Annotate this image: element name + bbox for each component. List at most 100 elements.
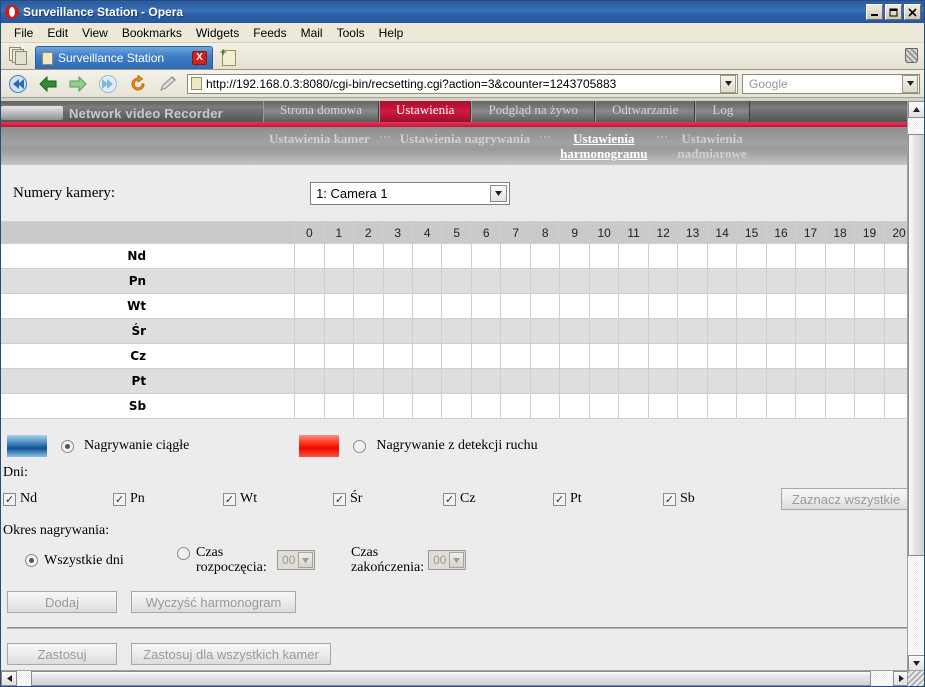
grid-cell[interactable] (382, 293, 414, 319)
minimize-button[interactable] (866, 4, 883, 20)
grid-cell[interactable] (470, 393, 502, 419)
grid-cell[interactable] (353, 318, 384, 344)
grid-cell[interactable] (294, 368, 325, 394)
horizontal-scroll-thumb[interactable] (31, 671, 871, 686)
grid-cell[interactable] (647, 368, 679, 394)
grid-cell[interactable] (824, 368, 856, 394)
nav-tab-log[interactable]: Log (695, 101, 751, 122)
checkbox-icon[interactable]: ✓ (333, 492, 346, 506)
grid-cell[interactable] (618, 318, 649, 344)
back-icon[interactable] (35, 72, 61, 96)
legend-radio-continuous[interactable] (61, 439, 74, 453)
grid-cell[interactable] (353, 368, 384, 394)
grid-cell[interactable] (618, 243, 649, 269)
grid-cell[interactable] (795, 268, 826, 294)
checkbox-icon[interactable]: ✓ (663, 492, 676, 506)
menu-item-widgets[interactable]: Widgets (189, 24, 246, 42)
edit-icon[interactable] (155, 72, 181, 96)
grid-cell[interactable] (441, 393, 472, 419)
grid-cell[interactable] (470, 293, 502, 319)
apply-button[interactable]: Zastosuj (7, 643, 117, 665)
grid-cell[interactable] (588, 243, 620, 269)
grid-cell[interactable] (411, 243, 443, 269)
grid-cell[interactable] (706, 368, 738, 394)
grid-cell[interactable] (677, 343, 708, 369)
grid-cell[interactable] (294, 293, 325, 319)
grid-cell[interactable] (647, 268, 679, 294)
grid-cell[interactable] (382, 268, 414, 294)
fast-forward-icon[interactable] (95, 72, 121, 96)
grid-cell[interactable] (411, 393, 443, 419)
grid-cell[interactable] (677, 393, 708, 419)
grid-cell[interactable] (323, 243, 355, 269)
grid-cell[interactable] (765, 343, 797, 369)
grid-cell[interactable] (559, 393, 590, 419)
grid-cell[interactable] (706, 393, 738, 419)
grid-cell[interactable] (706, 268, 738, 294)
period-option-time-range[interactable]: Czas rozpoczęcia: (177, 545, 277, 575)
radio-time-range[interactable] (177, 547, 190, 560)
grid-cell[interactable] (677, 243, 708, 269)
reload-icon[interactable] (125, 72, 151, 96)
rewind-icon[interactable] (5, 72, 31, 96)
grid-cell[interactable] (854, 343, 885, 369)
grid-cell[interactable] (353, 268, 384, 294)
grid-cell[interactable] (647, 393, 679, 419)
grid-cell[interactable] (618, 293, 649, 319)
grid-cell[interactable] (529, 343, 561, 369)
grid-cell[interactable] (647, 318, 679, 344)
grid-cell[interactable] (854, 368, 885, 394)
grid-cell[interactable] (677, 268, 708, 294)
grid-cell[interactable] (411, 293, 443, 319)
grid-cell[interactable] (588, 293, 620, 319)
grid-cell[interactable] (500, 318, 531, 344)
vertical-scroll-thumb[interactable] (908, 134, 924, 556)
grid-cell[interactable] (441, 268, 472, 294)
scroll-left-button[interactable] (1, 671, 17, 686)
checkbox-icon[interactable]: ✓ (113, 492, 126, 506)
day-checkbox-0[interactable]: ✓ Nd (3, 491, 113, 507)
grid-cell[interactable] (588, 343, 620, 369)
tab-close-icon[interactable]: X (192, 51, 207, 65)
legend-radio-motion[interactable] (353, 439, 367, 453)
grid-cell[interactable] (441, 343, 472, 369)
grid-cell[interactable] (854, 318, 885, 344)
checkbox-icon[interactable]: ✓ (3, 492, 16, 506)
grid-cell[interactable] (559, 293, 590, 319)
grid-cell[interactable] (411, 368, 443, 394)
grid-cell[interactable] (559, 268, 590, 294)
grid-cell[interactable] (618, 393, 649, 419)
grid-cell[interactable] (736, 243, 767, 269)
menu-item-mail[interactable]: Mail (294, 24, 330, 42)
grid-cell[interactable] (294, 343, 325, 369)
subnav-item-ustawienia-nadmiarowe[interactable]: Ustawienia nadmiarowe (670, 131, 755, 161)
grid-cell[interactable] (824, 343, 856, 369)
close-button[interactable] (904, 4, 921, 20)
nav-tab-podglad-na-zywo[interactable]: Podgląd na żywo (471, 101, 595, 122)
select-all-days-button[interactable]: Zaznacz wszystkie (781, 488, 911, 510)
day-checkbox-2[interactable]: ✓ Wt (223, 491, 333, 507)
grid-cell[interactable] (854, 393, 885, 419)
grid-cell[interactable] (470, 368, 502, 394)
grid-cell[interactable] (470, 243, 502, 269)
day-checkbox-6[interactable]: ✓ Sb (663, 491, 773, 507)
grid-cell[interactable] (382, 318, 414, 344)
grid-cell[interactable] (647, 293, 679, 319)
grid-cell[interactable] (765, 268, 797, 294)
grid-cell[interactable] (323, 268, 355, 294)
grid-cell[interactable] (500, 243, 531, 269)
grid-cell[interactable] (470, 318, 502, 344)
chevron-down-icon[interactable] (449, 552, 465, 568)
grid-cell[interactable] (559, 343, 590, 369)
grid-cell[interactable] (736, 368, 767, 394)
grid-cell[interactable] (411, 268, 443, 294)
checkbox-icon[interactable]: ✓ (553, 492, 566, 506)
url-input[interactable]: http://192.168.0.3:8080/cgi-bin/recsetti… (187, 73, 738, 94)
grid-cell[interactable] (353, 343, 384, 369)
grid-cell[interactable] (294, 268, 325, 294)
day-checkbox-5[interactable]: ✓ Pt (553, 491, 663, 507)
grid-cell[interactable] (736, 293, 767, 319)
grid-cell[interactable] (323, 318, 355, 344)
grid-cell[interactable] (795, 368, 826, 394)
grid-cell[interactable] (706, 318, 738, 344)
